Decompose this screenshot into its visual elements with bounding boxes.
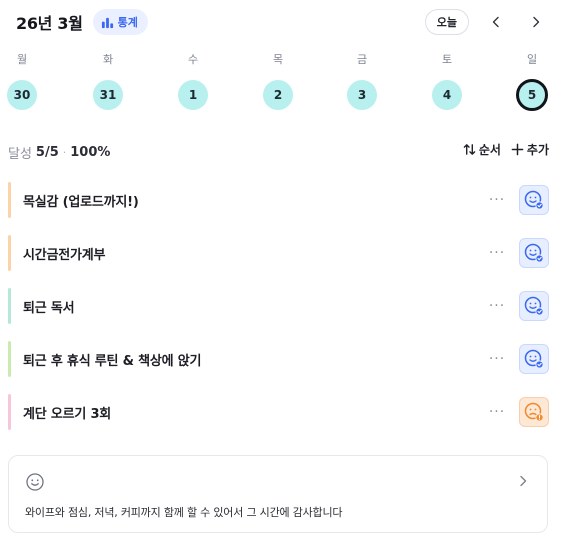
habit-color-bar [8,394,11,430]
day-saturday[interactable]: 토 4 [427,52,467,110]
habit-color-bar [8,235,11,271]
date-circle[interactable]: 30 [7,80,37,110]
day-of-week-label: 수 [187,53,199,66]
day-sunday[interactable]: 일 5 [512,52,552,111]
day-of-week-label: 토 [441,53,453,66]
achievement-summary: 달성 5/5 · 100% [8,143,110,162]
day-of-week-label: 월 [16,53,28,66]
habit-row[interactable]: 계단 오르기 3회 ··· [8,393,549,431]
month-title[interactable]: 26년 3월 [16,10,83,34]
more-options-icon[interactable]: ··· [487,192,507,208]
calendar-header: 26년 3월 통계 오늘 [8,8,549,36]
habit-color-bar [8,341,11,377]
more-options-icon[interactable]: ··· [487,298,507,314]
add-habit-button[interactable]: 추가 [511,141,549,158]
reorder-label: 순서 [478,143,501,157]
date-circle[interactable]: 31 [93,80,123,110]
habit-title[interactable]: 시간금전가계부 [23,244,487,263]
reorder-button[interactable]: 순서 [463,141,501,158]
habit-row[interactable]: 퇴근 독서 ··· [8,287,549,325]
habit-row[interactable]: 목실감 (업로드까지!) ··· [8,181,549,219]
happy-face-icon [524,296,544,316]
selected-date-circle[interactable]: 5 [516,79,548,111]
happy-face-icon [524,243,544,263]
date-circle[interactable]: 2 [263,80,293,110]
sort-arrows-icon [463,144,476,155]
add-label: 추가 [526,143,549,157]
day-of-week-label: 목 [272,53,284,66]
mood-button[interactable] [519,344,549,374]
date-circle[interactable]: 3 [347,80,377,110]
habit-title[interactable]: 퇴근 후 휴식 루틴 & 책상에 앉기 [23,350,487,369]
habit-title[interactable]: 계단 오르기 3회 [23,403,487,422]
chevron-right-icon [533,16,540,28]
habit-color-bar [8,182,11,218]
mood-button[interactable] [519,291,549,321]
today-button[interactable]: 오늘 [424,9,469,35]
day-of-week-label: 금 [356,53,368,66]
day-of-week-label: 일 [526,53,538,66]
habit-color-bar [8,288,11,324]
habit-row[interactable]: 퇴근 후 휴식 루틴 & 책상에 앉기 ··· [8,340,549,378]
sad-face-icon [524,402,544,422]
day-tuesday[interactable]: 화 31 [88,52,128,110]
day-wednesday[interactable]: 수 1 [173,52,213,110]
habit-row[interactable]: 시간금전가계부 ··· [8,234,549,272]
stats-button[interactable]: 통계 [92,9,148,35]
smile-icon [26,473,44,491]
habit-title[interactable]: 퇴근 독서 [23,297,487,316]
achievement-percent: 100% [70,145,111,160]
achievement-label: 달성 [8,147,32,162]
mood-button[interactable] [519,185,549,215]
separator-dot: · [62,146,67,159]
today-label: 오늘 [436,16,457,29]
more-options-icon[interactable]: ··· [487,245,507,261]
achievement-count: 5/5 [35,145,59,160]
prev-week-button[interactable] [483,9,509,35]
stats-label: 통계 [117,16,138,29]
day-friday[interactable]: 금 3 [342,52,382,110]
day-monday[interactable]: 월 30 [2,52,42,110]
next-week-button[interactable] [523,9,549,35]
day-thursday[interactable]: 목 2 [258,52,298,110]
happy-face-icon [524,190,544,210]
happy-face-icon [524,349,544,369]
date-circle[interactable]: 4 [432,80,462,110]
bar-chart-icon [101,17,113,28]
gratitude-text: 와이프와 점심, 저녁, 커피까지 함께 할 수 있어서 그 시간에 감사합니다 [25,506,343,519]
gratitude-card[interactable]: 와이프와 점심, 저녁, 커피까지 함께 할 수 있어서 그 시간에 감사합니다 [8,455,548,533]
chevron-left-icon [492,16,499,28]
more-options-icon[interactable]: ··· [487,351,507,367]
chevron-right-icon[interactable] [517,475,529,487]
list-actions: 순서 추가 [463,141,549,158]
plus-icon [511,143,524,156]
date-circle[interactable]: 1 [178,80,208,110]
habit-title[interactable]: 목실감 (업로드까지!) [23,191,487,210]
mood-button[interactable] [519,397,549,427]
more-options-icon[interactable]: ··· [487,404,507,420]
week-strip: 월 30 화 31 수 1 목 2 금 3 토 4 일 5 [0,52,565,116]
day-of-week-label: 화 [102,53,114,66]
mood-button[interactable] [519,238,549,268]
